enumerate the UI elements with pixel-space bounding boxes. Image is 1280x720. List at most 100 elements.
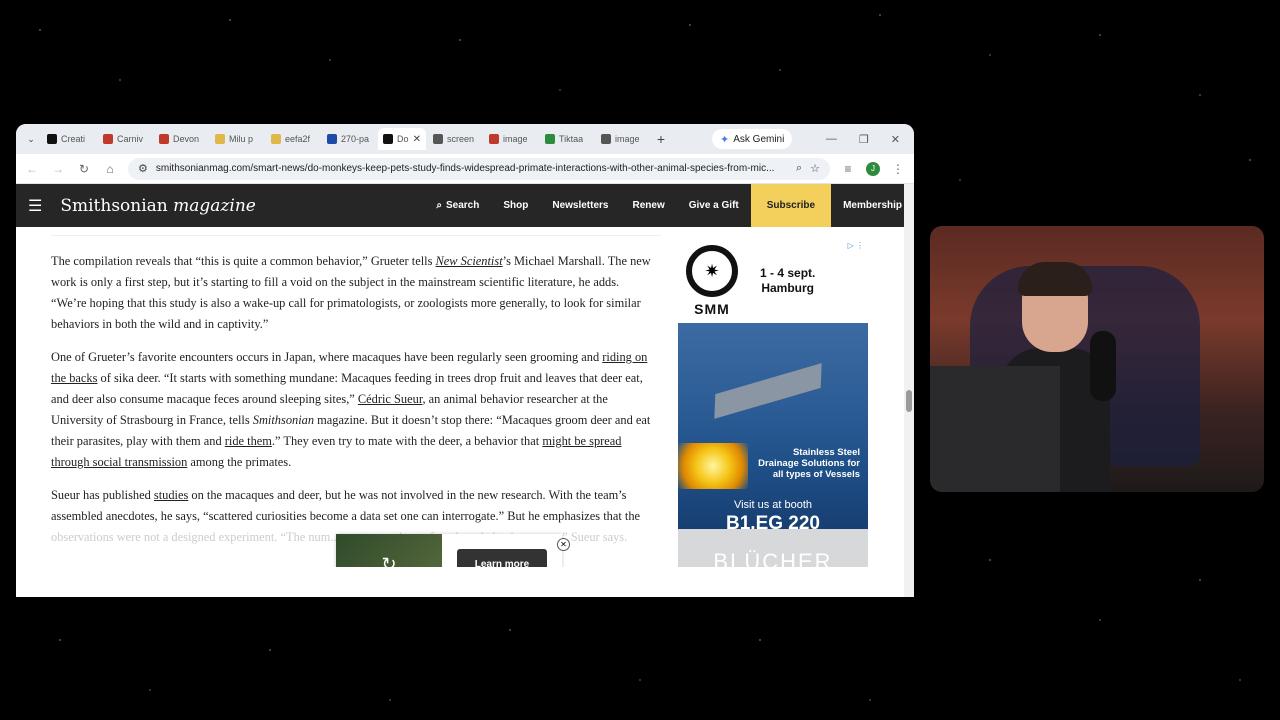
maximize-icon[interactable]: ❐ [859, 133, 869, 146]
ad-booth: B1.EG 220 [726, 513, 820, 534]
ad-slogan: Stainless Steel Drainage Solutions for a… [758, 447, 860, 480]
nav-membership[interactable]: Membership [831, 184, 914, 227]
tab-title: screen [447, 134, 475, 144]
tab-favicon-icon [215, 134, 225, 144]
tab-title: image [503, 134, 528, 144]
ad-dates: 1 - 4 sept. Hamburg [760, 266, 815, 296]
tab-title: Tiktaa [559, 134, 584, 144]
tab-title: 270-pa [341, 134, 370, 144]
sidebar-ad[interactable]: ▷ ⋮ ✷ SMM 1 - 4 sept. Hamburg Stainless … [678, 239, 868, 567]
tab-title: Carniv [117, 134, 144, 144]
tab[interactable]: Creati [42, 128, 96, 150]
article-body: The compilation reveals that “this is qu… [51, 251, 651, 560]
site-info-icon[interactable]: ⚙ [138, 162, 148, 175]
video-ad-close-icon[interactable]: ✕ [557, 538, 570, 551]
tab[interactable]: Tiktaa [540, 128, 594, 150]
ad-header: ✷ SMM 1 - 4 sept. Hamburg [678, 239, 868, 323]
article-paragraph-2: One of Grueter’s favorite encounters occ… [51, 347, 651, 473]
tab[interactable]: screen [428, 128, 482, 150]
ad-city: Hamburg [761, 281, 815, 295]
page-content: The compilation reveals that “this is qu… [16, 227, 914, 567]
nav-newsletters[interactable]: Newsletters [540, 184, 620, 227]
back-icon[interactable]: ← [24, 162, 40, 176]
tab-title: Do [397, 134, 409, 144]
replay-icon[interactable]: ↻ [381, 554, 396, 568]
ad-brand: SMM [694, 301, 730, 317]
hamburger-menu-icon[interactable]: ☰ [28, 196, 42, 216]
home-icon[interactable]: ⌂ [102, 162, 118, 176]
link-ride-them[interactable]: ride them [225, 434, 272, 448]
minimize-icon[interactable]: — [826, 133, 837, 146]
profile-avatar[interactable]: J [866, 161, 880, 176]
ad-slogan-line-1: Stainless Steel [792, 447, 860, 458]
nav-shop[interactable]: Shop [491, 184, 540, 227]
tab-active[interactable]: Do ✕ [378, 128, 426, 150]
scrollbar-thumb[interactable] [906, 390, 912, 412]
ad-date-range: 1 - 4 sept. [760, 266, 816, 280]
tab[interactable]: image [596, 128, 650, 150]
tab[interactable]: image [484, 128, 538, 150]
ad-slogan-line-3: all types of Vessels [772, 469, 860, 480]
video-ad-overlay[interactable]: ↻ Learn more ✕ [336, 534, 570, 567]
nav-give-gift[interactable]: Give a Gift [677, 184, 751, 227]
link-new-scientist[interactable]: New Scientist [436, 254, 503, 268]
forward-icon[interactable]: → [50, 162, 66, 176]
logo-sub: magazine [173, 195, 256, 216]
nav-subscribe-button[interactable]: Subscribe [750, 184, 832, 227]
window-controls: — ❐ ✕ [826, 133, 908, 146]
tab[interactable]: Devon [154, 128, 208, 150]
webcam-overlay [930, 226, 1264, 492]
tab-favicon-icon [489, 134, 499, 144]
smithsonian-italic: Smithsonian [252, 413, 315, 427]
gemini-icon: ✦ [720, 133, 730, 146]
content-divider [51, 235, 661, 236]
close-tab-icon[interactable]: ✕ [413, 134, 421, 145]
tab[interactable]: 270-pa [322, 128, 376, 150]
tab-favicon-icon [271, 134, 281, 144]
tab[interactable]: eefa2f [266, 128, 320, 150]
tab-bar: ⌄ Creati Carniv Devon Milu p eefa2f 270-pa Do ✕… [16, 124, 914, 154]
video-thumbnail[interactable]: ↻ [336, 534, 442, 567]
ship-shape [714, 363, 822, 419]
nav-search-label: Search [445, 200, 480, 211]
tab[interactable]: Carniv [98, 128, 152, 150]
address-bar: ← → ↻ ⌂ ⚙ smithsonianmag.com/smart-news/… [16, 154, 914, 184]
link-studies[interactable]: studies [154, 488, 188, 502]
microphone-icon [1090, 331, 1116, 401]
new-tab-button[interactable]: + [652, 131, 670, 147]
tab-favicon-icon [601, 134, 611, 144]
close-window-icon[interactable]: ✕ [891, 133, 900, 146]
ad-choices-icon[interactable]: ▷ ⋮ [848, 241, 864, 250]
site-logo[interactable]: Smithsonian magazine [60, 196, 256, 216]
text: The compilation reveals that “this is qu… [51, 254, 436, 268]
nav-renew[interactable]: Renew [620, 184, 676, 227]
tab-search-icon[interactable]: ⌄ [22, 130, 40, 148]
tab-favicon-icon [159, 134, 169, 144]
nav-search[interactable]: ⌕ Search [424, 184, 491, 227]
article-paragraph-1: The compilation reveals that “this is qu… [51, 251, 651, 335]
reading-list-icon[interactable]: ≡ [840, 162, 856, 176]
tab-favicon-icon [47, 134, 57, 144]
bookmark-star-icon[interactable]: ☆ [810, 162, 820, 175]
tab-title: eefa2f [285, 134, 311, 144]
browser-menu-icon[interactable]: ⋮ [890, 162, 906, 176]
reload-icon[interactable]: ↻ [76, 162, 92, 176]
monitor-shape [930, 366, 1060, 492]
text: among the primates. [187, 455, 292, 469]
link-cedric-sueur[interactable]: Cédric Sueur [358, 392, 423, 406]
text: One of Grueter’s favorite encounters occ… [51, 350, 603, 364]
tab[interactable]: Milu p [210, 128, 264, 150]
ad-visit: Visit us at booth [733, 499, 813, 511]
page-scrollbar[interactable] [904, 184, 914, 597]
ad-ship-image: Stainless Steel Drainage Solutions for a… [678, 323, 868, 534]
ad-slogan-line-2: Drainage Solutions for [758, 458, 860, 469]
tab-favicon-icon [327, 134, 337, 144]
tab-favicon-icon [433, 134, 443, 144]
fire-shape [678, 443, 748, 489]
text: Sueur has published [51, 488, 154, 502]
url-field[interactable]: ⚙ smithsonianmag.com/smart-news/do-monke… [128, 157, 830, 180]
ask-gemini-button[interactable]: ✦ Ask Gemini [712, 129, 793, 149]
browser-window: ⌄ Creati Carniv Devon Milu p eefa2f 270-pa Do ✕… [16, 124, 914, 597]
learn-more-button[interactable]: Learn more [457, 549, 547, 567]
zoom-icon[interactable]: ⌕ [796, 162, 802, 175]
